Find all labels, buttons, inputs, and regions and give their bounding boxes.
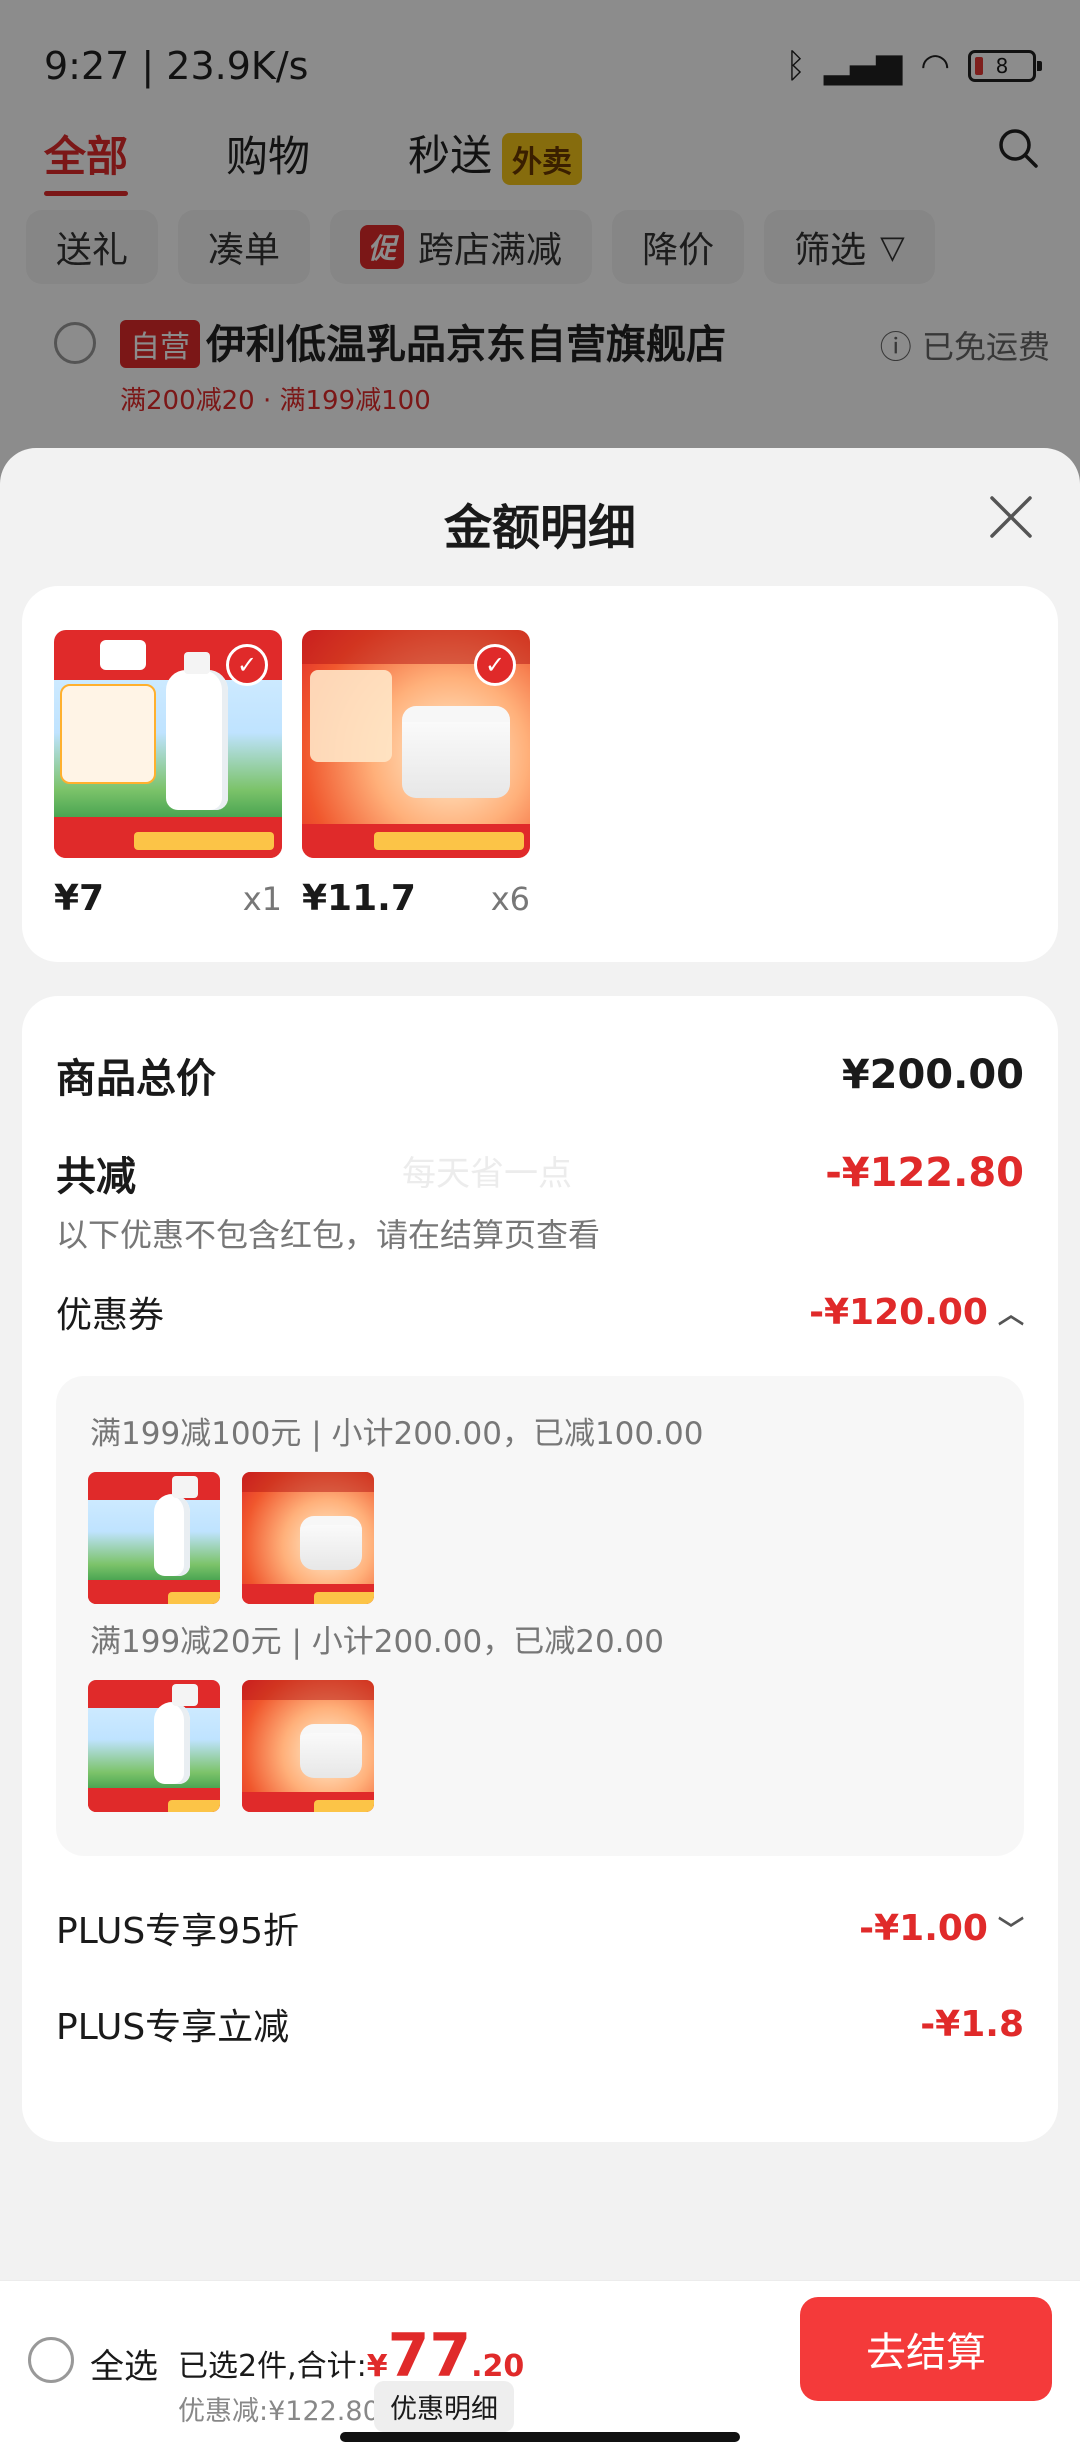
check-icon: ✓	[226, 644, 268, 686]
chevron-up-icon[interactable]: ︿	[998, 1294, 1024, 1331]
total-decimal: .20	[471, 2349, 525, 2384]
discount-summary: 优惠减:¥122.80	[178, 2396, 380, 2427]
product-item[interactable]: ✓ ¥7 x1	[54, 630, 282, 919]
product-image-cream: ✓	[302, 630, 530, 858]
plus-direct-label: PLUS专享立减	[56, 2007, 290, 2048]
product-price: ¥11.7	[302, 878, 416, 919]
select-all-label[interactable]: 全选	[90, 2339, 158, 2388]
reduction-note: 以下优惠不包含红包，请在结算页查看	[56, 1216, 601, 1254]
plus-direct-row: PLUS专享立减 -¥1.8	[56, 1998, 1024, 2050]
products-card: ✓ ¥7 x1 ✓ ¥11.7 x6	[22, 586, 1058, 962]
discount-detail-button[interactable]: 优惠明细	[374, 2381, 514, 2432]
plus-95-label: PLUS专享95折	[56, 1911, 299, 1952]
product-price: ¥7	[54, 878, 105, 919]
coupon-value-wrap: -¥120.00 ︿	[809, 1292, 1024, 1333]
product-quantity: x6	[490, 880, 530, 918]
checkout-button[interactable]: 去结算	[800, 2297, 1052, 2401]
coupon-product-thumb	[88, 1472, 220, 1604]
total-price-label: 商品总价	[56, 1056, 216, 1102]
coupon-detail-panel: 满199减100元 | 小计200.00，已减100.00 满199减20元 |…	[56, 1376, 1024, 1856]
home-indicator	[340, 2432, 740, 2442]
coupon-product-thumb	[242, 1680, 374, 1812]
sheet-title: 金额明细	[443, 500, 636, 556]
total-price-row: 商品总价 ¥200.00	[56, 1046, 1024, 1104]
total-reduction-value: -¥122.80	[825, 1150, 1024, 1196]
amount-detail-sheet: 金额明细 ✓ ¥7 x1 ✓ ¥11.7 x6 商品总价 ¥200.00 共减 …	[0, 448, 1080, 2460]
dim-overlay[interactable]	[0, 0, 1080, 520]
plus-direct-value: -¥1.8	[920, 2003, 1024, 2045]
coupon-label: 优惠券	[56, 1295, 165, 1336]
coupon-row[interactable]: 优惠券 -¥120.00 ︿	[56, 1286, 1024, 1338]
product-item[interactable]: ✓ ¥11.7 x6	[302, 630, 530, 919]
close-icon[interactable]	[986, 492, 1036, 542]
plus-95-value-wrap: -¥1.00 ﹀	[859, 1908, 1024, 1949]
check-icon: ✓	[474, 644, 516, 686]
select-all-radio[interactable]	[28, 2337, 74, 2383]
total-price-value: ¥200.00	[841, 1052, 1024, 1098]
coupon-product-thumb	[242, 1472, 374, 1604]
plus-95-value: -¥1.00	[859, 1907, 988, 1949]
total-reduction-label: 共减	[56, 1154, 136, 1200]
coupon-product-thumb	[88, 1680, 220, 1812]
summary-card: 商品总价 ¥200.00 共减 -¥122.80 每天省一点 以下优惠不包含红包…	[22, 996, 1058, 2142]
selected-count-label: 已选2件,合计:	[178, 2349, 367, 2384]
product-quantity: x1	[242, 880, 282, 918]
plus-95-row[interactable]: PLUS专享95折 -¥1.00 ﹀	[56, 1902, 1024, 1954]
product-image-milk: ✓	[54, 630, 282, 858]
chevron-down-icon[interactable]: ﹀	[998, 1910, 1024, 1947]
total-yen: ¥	[366, 2349, 388, 2384]
coupon-value: -¥120.00	[809, 1291, 988, 1333]
watermark-text: 每天省一点	[402, 1154, 572, 1194]
coupon-line: 满199减20元 | 小计200.00，已减20.00	[90, 1624, 664, 1660]
coupon-line: 满199减100元 | 小计200.00，已减100.00	[90, 1416, 704, 1452]
